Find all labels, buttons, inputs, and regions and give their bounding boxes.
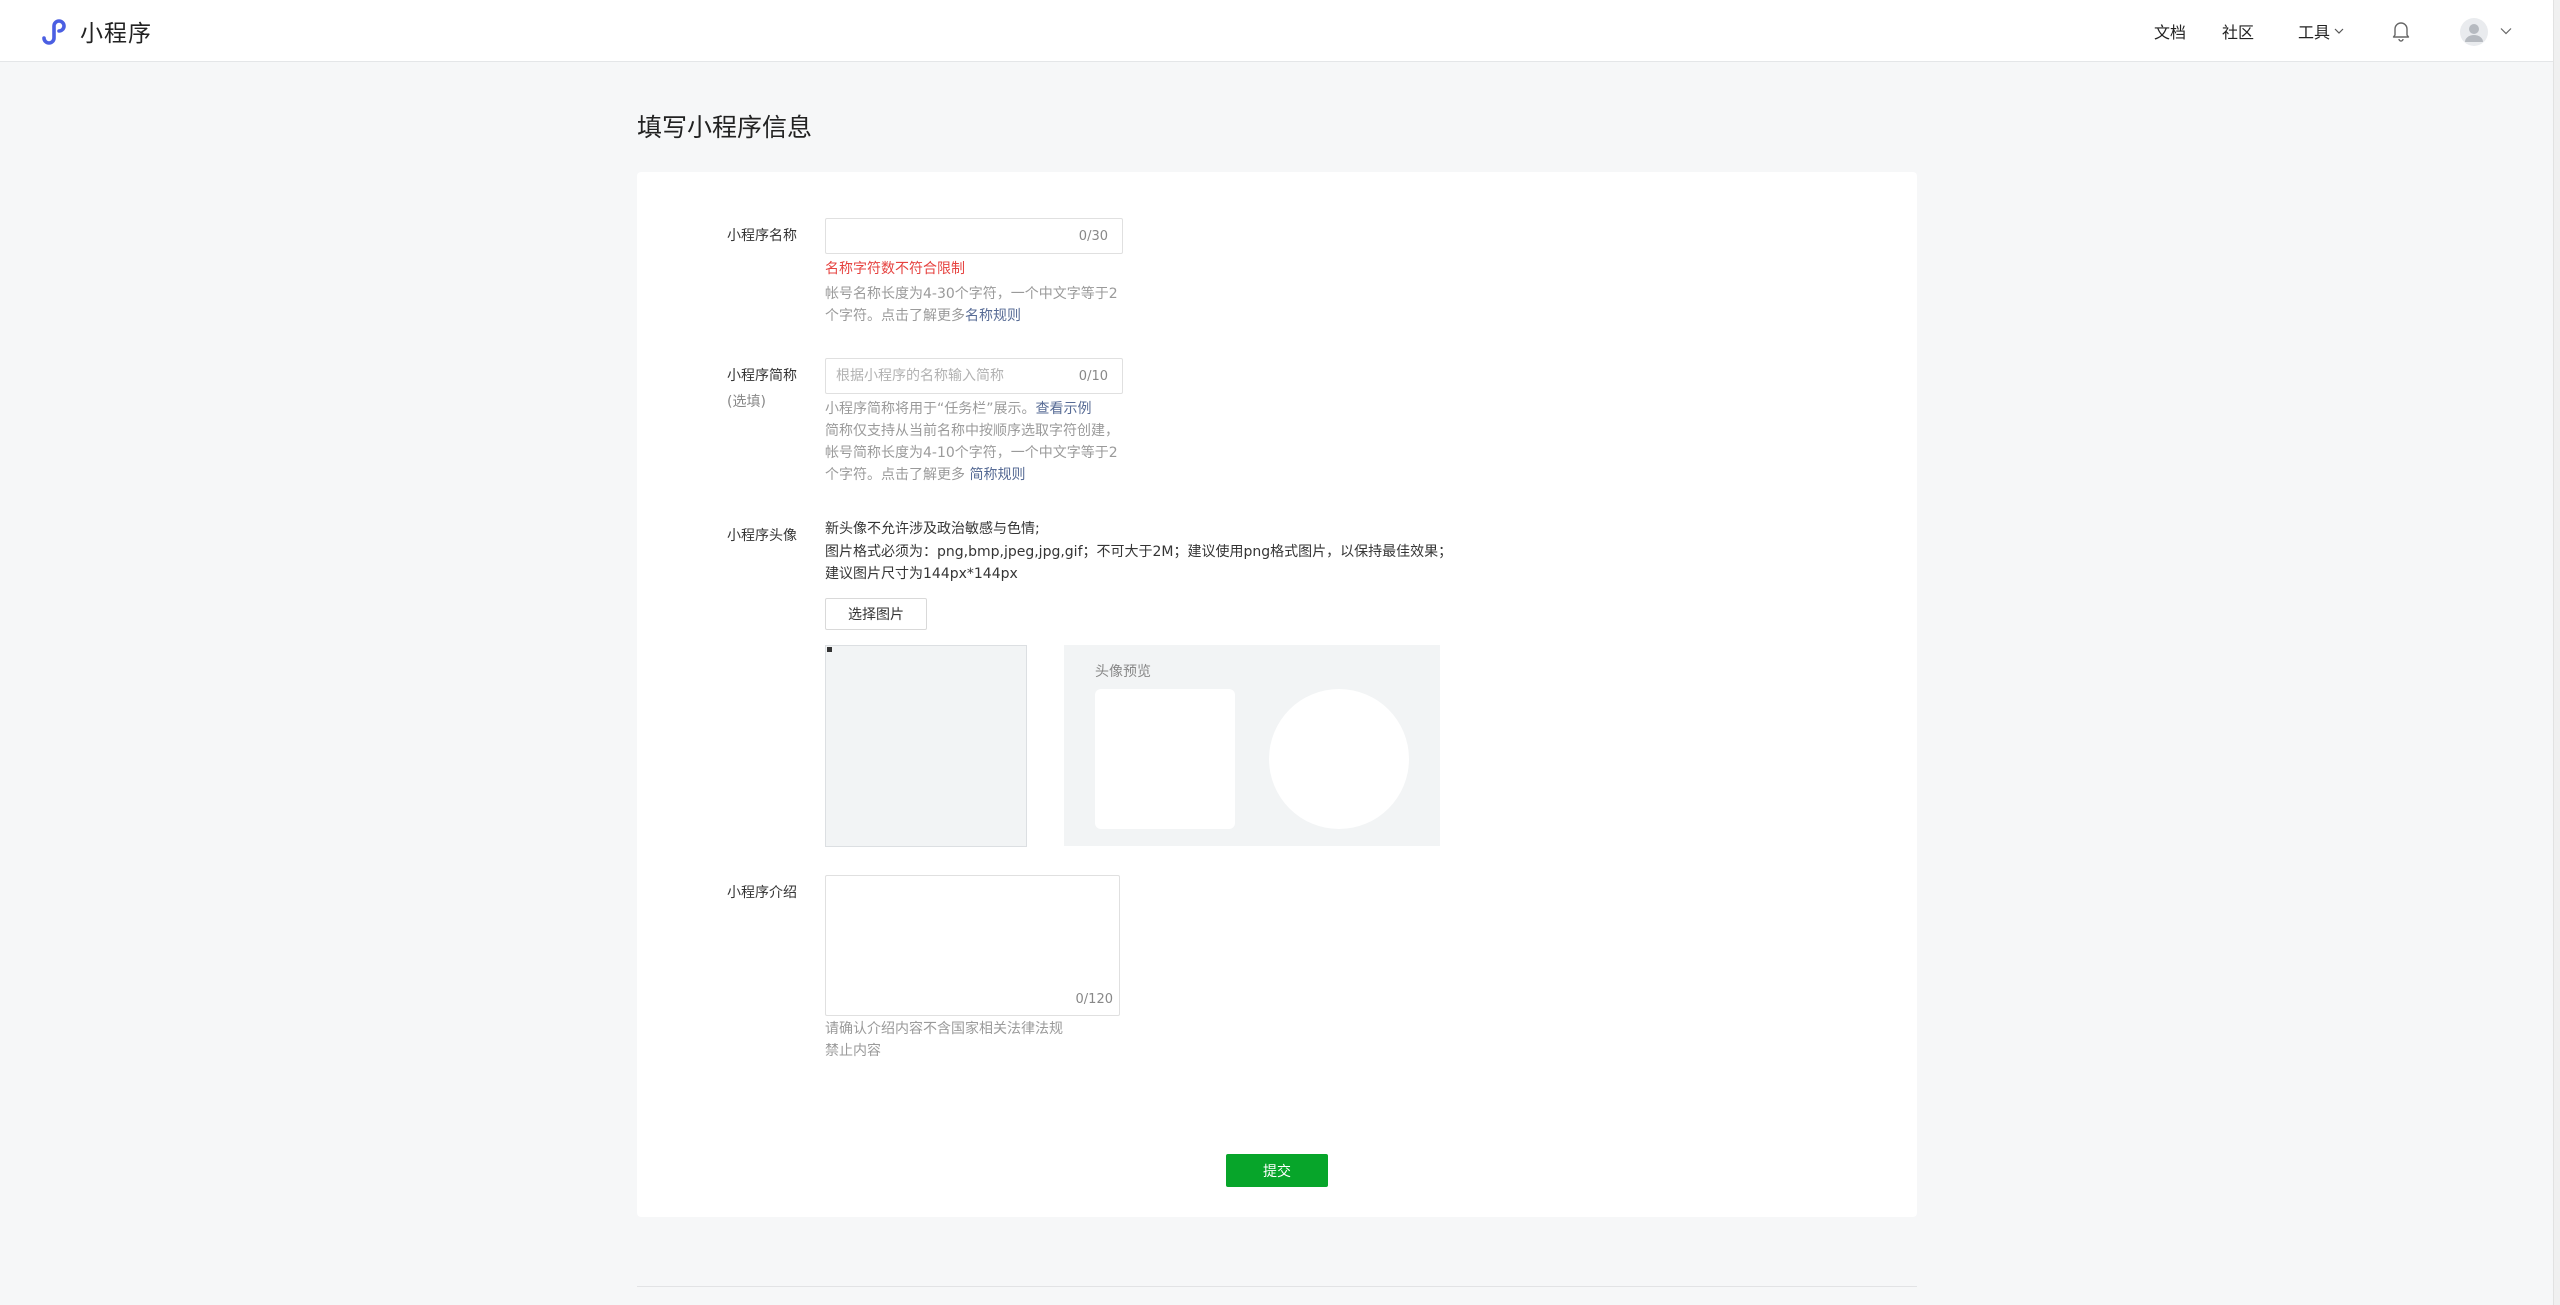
intro-textarea[interactable] [826,876,1119,986]
avatar-preview-panel: 头像预览 [1064,645,1440,846]
short-name-tip: 小程序简称将用于“任务栏”展示。查看示例 简称仅支持从当前名称中按顺序选取字符创… [825,398,1125,486]
name-tip: 帐号名称长度为4-30个字符，一个中文字等于2 个字符。点击了解更多名称规则 [825,283,1125,327]
brand-name: 小程序 [80,21,152,47]
page-scrollbar[interactable] [2553,0,2560,1305]
intro-field-box: 0/120 [825,875,1120,1016]
avatar-note-2: 图片格式必须为：png,bmp,jpeg,jpg,gif；不可大于2M；建议使用… [825,543,1453,560]
submit-button[interactable]: 提交 [1226,1154,1328,1187]
choose-image-button[interactable]: 选择图片 [825,598,927,630]
mini-program-logo-icon [42,19,66,45]
short-name-tip-line3: 帐号简称长度为4-10个字符，一个中文字等于2 [825,445,1118,461]
name-tip-line2-text: 个字符。点击了解更多 [825,308,965,324]
name-tip-line1: 帐号名称长度为4-30个字符，一个中文字等于2 [825,286,1118,302]
short-name-label: 小程序简称 (选填) [687,365,847,411]
name-field-box: 0/30 [825,218,1123,254]
intro-counter: 0/120 [1075,992,1113,1007]
avatar-preview-circle [1269,689,1409,829]
name-rules-link[interactable]: 名称规则 [965,308,1021,324]
nav-community[interactable]: 社区 [2222,0,2254,62]
avatar-note-1: 新头像不允许涉及政治敏感与色情; [825,521,1040,537]
user-avatar[interactable] [2460,18,2488,46]
intro-tip-line2: 禁止内容 [825,1043,881,1059]
view-example-link[interactable]: 查看示例 [1036,401,1092,417]
short-name-tip-line1: 小程序简称将用于“任务栏”展示。查看示例 [825,398,1125,420]
footer-divider [637,1286,1917,1287]
intro-tip: 请确认介绍内容不含国家相关法律法规 禁止内容 [825,1018,1125,1062]
short-name-tip-line4-text: 个字符。点击了解更多 [825,467,965,483]
short-name-field-box: 0/10 [825,358,1123,394]
bell-icon[interactable] [2391,20,2411,42]
chevron-down-icon[interactable] [2500,26,2512,36]
avatar-crop-area[interactable] [825,645,1027,847]
brand-logo[interactable]: 小程序 [38,14,152,48]
short-name-label-text: 小程序简称 [727,368,797,384]
top-navbar: 小程序 文档 社区 工具 [0,0,2553,62]
name-tip-line2: 个字符。点击了解更多名称规则 [825,305,1125,327]
short-name-tip-line4: 个字符。点击了解更多 简称规则 [825,464,1125,486]
short-name-input[interactable] [826,359,1056,393]
name-input[interactable] [826,219,1056,253]
short-name-rules-link[interactable]: 简称规则 [969,467,1025,483]
avatar-notes: 新头像不允许涉及政治敏感与色情; 图片格式必须为：png,bmp,jpeg,jp… [825,518,1452,586]
avatar-preview-square [1095,689,1235,829]
name-counter: 0/30 [1078,229,1108,244]
nav-docs[interactable]: 文档 [2154,0,2186,62]
chevron-down-icon [2334,28,2344,34]
nav-tools-label: 工具 [2298,23,2331,42]
short-name-tip-line2: 简称仅支持从当前名称中按顺序选取字符创建， [825,423,1119,439]
nav-tools[interactable]: 工具 [2298,0,2344,62]
short-name-counter: 0/10 [1078,369,1108,384]
page-title: 填写小程序信息 [637,113,813,142]
avatar-label: 小程序头像 [727,528,797,544]
intro-tip-line1: 请确认介绍内容不含国家相关法律法规 [825,1021,1063,1037]
user-icon [2465,24,2483,42]
name-error: 名称字符数不符合限制 [825,261,965,277]
crop-handle[interactable] [827,647,832,652]
name-label: 小程序名称 [727,228,797,244]
intro-label: 小程序介绍 [727,885,797,901]
avatar-note-3: 建议图片尺寸为144px*144px [825,566,1018,582]
avatar-preview-title: 头像预览 [1095,664,1151,680]
short-name-tip-line1-text: 小程序简称将用于“任务栏”展示。 [825,401,1036,417]
